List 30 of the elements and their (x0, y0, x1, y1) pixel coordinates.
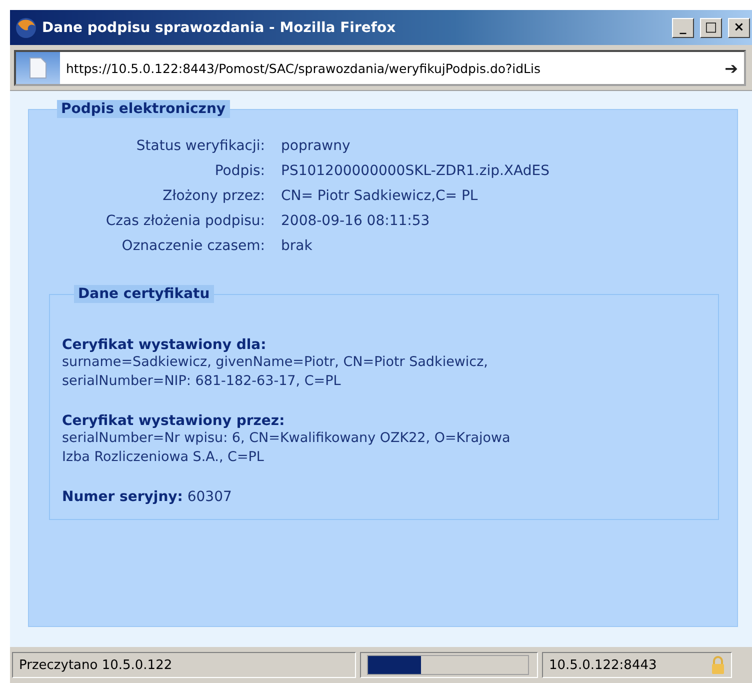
field-value: 2008-09-16 08:11:53 (281, 213, 431, 229)
minimize-button[interactable]: _ (672, 18, 694, 38)
panel-legend: Dane certyfikatu (74, 285, 214, 303)
field-label: Status weryfikacji: (135, 138, 265, 154)
field-label: Podpis: (214, 163, 265, 179)
section-heading: Ceryfikat wystawiony dla: (62, 337, 268, 353)
field-label: Złożony przez: (162, 188, 265, 204)
field-value: PS101200000000SKL-ZDR1.zip.XAdES (281, 163, 550, 179)
status-text: Przeczytano 10.5.0.122 (12, 652, 356, 678)
section-heading: Ceryfikat wystawiony przez: (62, 413, 286, 429)
field-label: Oznaczenie czasem: (120, 238, 265, 254)
certificate-text: serialNumber=NIP: 681-182-63-17, C=PL (62, 372, 342, 391)
field-value: CN= Piotr Sadkiewicz,C= PL (281, 188, 479, 204)
field-value: brak (281, 238, 314, 254)
field-label: Czas złożenia podpisu: (104, 213, 265, 229)
browser-logo-icon (14, 16, 38, 40)
page-icon (29, 57, 47, 79)
window-title: Dane podpisu sprawozdania - Mozilla Firefox (42, 20, 397, 36)
certificate-text: surname=Sadkiewicz, givenName=Piotr, CN=Piotr Sadkiewicz, (62, 353, 489, 372)
maximize-button[interactable]: □ (700, 18, 722, 38)
certificate-text: serialNumber=Nr wpisu: 6, CN=Kwalifikowany OZK22, O=Krajowa (62, 429, 512, 448)
address-field[interactable]: https://10.5.0.122:8443/Pomost/SAC/sprawozdania/weryfikujPodpis.do?idLis ➔ (14, 50, 746, 86)
certificate-text: Izba Rozliczeniowa S.A., C=PL (62, 448, 265, 467)
go-button[interactable]: ➔ (718, 58, 744, 78)
panel-legend: Podpis elektroniczny (57, 100, 230, 118)
url-text: https://10.5.0.122:8443/Pomost/SAC/sprawozdania/weryfikujPodpis.do?idLis (65, 60, 542, 76)
close-button[interactable]: × (728, 18, 750, 38)
field-value: poprawny (281, 138, 352, 154)
serial-number-text: Numer seryjny: 60307 (62, 489, 233, 505)
host-text: 10.5.0.122:8443 (549, 658, 657, 672)
